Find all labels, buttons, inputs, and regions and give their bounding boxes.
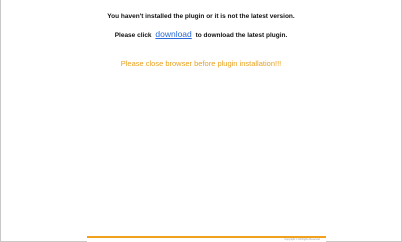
download-link[interactable]: download [153,29,193,39]
footer-text: Copyright © All Rights Reserved [284,238,320,241]
instruction-suffix: to download the latest plugin. [195,32,288,39]
instruction-prefix: Please click [114,32,152,39]
plugin-missing-message: You haven't installed the plugin or it i… [107,13,295,20]
footer-bar: Copyright © All Rights Reserved [87,236,326,242]
download-instruction: Please click download to download the la… [0,29,402,39]
close-browser-warning: Please close browser before plugin insta… [120,59,282,68]
